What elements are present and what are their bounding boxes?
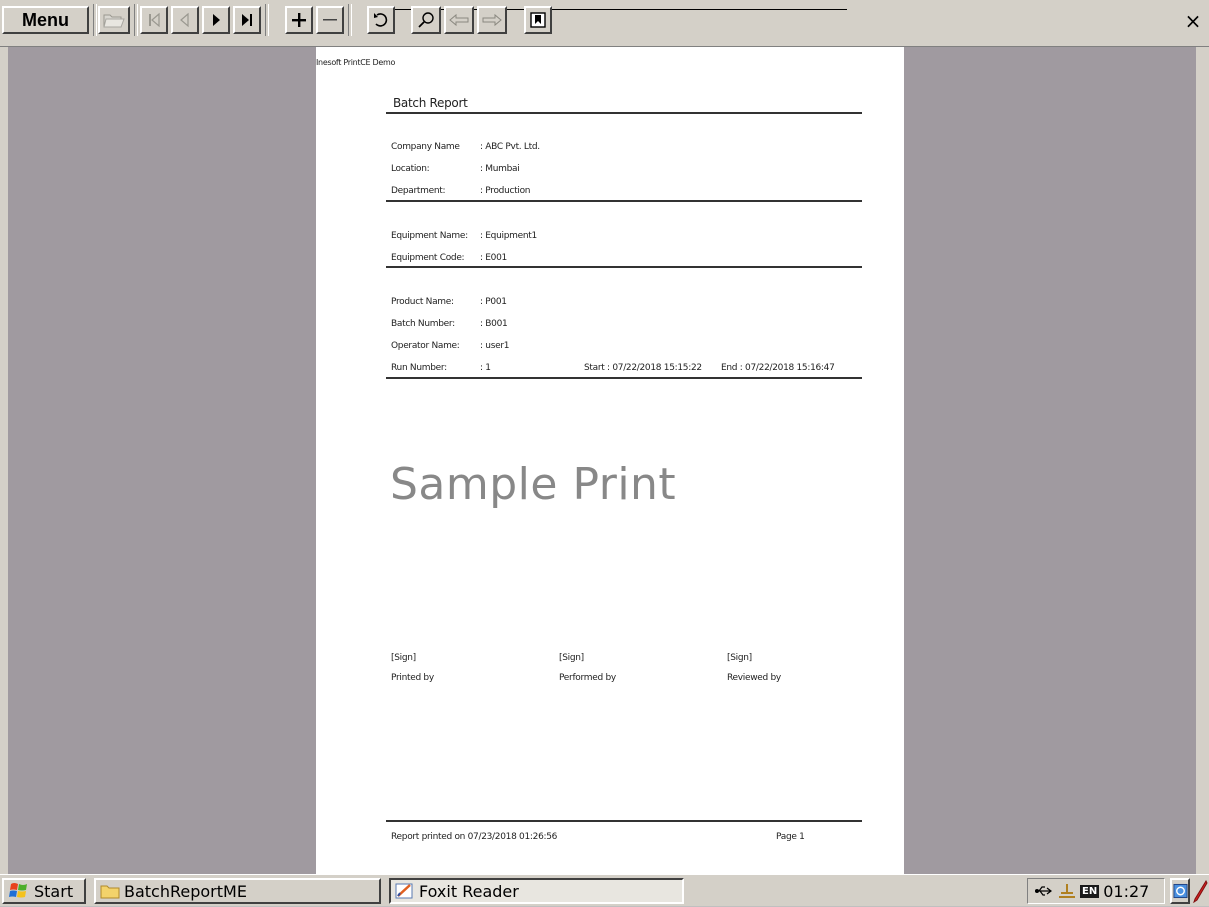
pen-icon bbox=[1193, 879, 1208, 904]
bookmark-icon bbox=[530, 12, 546, 28]
windows-logo-icon bbox=[9, 883, 27, 898]
find-button[interactable] bbox=[411, 6, 441, 34]
divider bbox=[386, 112, 862, 114]
open-icon bbox=[103, 14, 125, 28]
toolbar-separator bbox=[93, 4, 97, 36]
signature-placeholder: [Sign] bbox=[559, 653, 584, 663]
field-label: Equipment Code: bbox=[391, 253, 465, 263]
menu-button[interactable]: Menu bbox=[2, 6, 89, 34]
taskbar-item-batchreportme[interactable]: BatchReportME bbox=[94, 878, 381, 904]
open-button[interactable] bbox=[98, 6, 130, 34]
next-page-button[interactable] bbox=[202, 6, 230, 34]
signature-placeholder: [Sign] bbox=[391, 653, 416, 663]
field-label: Department: bbox=[391, 186, 446, 196]
toolbar: Menu × bbox=[0, 0, 1209, 47]
window-left-border bbox=[0, 47, 8, 874]
system-tray: EN 01:27 bbox=[1027, 878, 1165, 904]
last-page-icon bbox=[242, 14, 252, 26]
field-value: : B001 bbox=[480, 319, 508, 329]
field-value: : user1 bbox=[480, 341, 510, 351]
field-value: : E001 bbox=[480, 253, 507, 263]
divider bbox=[386, 377, 862, 379]
clock[interactable]: 01:27 bbox=[1103, 882, 1149, 901]
divider bbox=[386, 200, 862, 202]
rotate-icon bbox=[374, 13, 388, 27]
run-end-time: End : 07/22/2018 15:16:47 bbox=[721, 363, 835, 373]
field-value: : Mumbai bbox=[480, 164, 520, 174]
field-value: : Equipment1 bbox=[480, 231, 537, 241]
taskbar-item-label: BatchReportME bbox=[124, 881, 247, 901]
last-page-button[interactable] bbox=[233, 6, 261, 34]
desktop-icon bbox=[1173, 883, 1188, 899]
sample-print-watermark: Sample Print bbox=[390, 459, 677, 510]
first-page-icon bbox=[149, 12, 160, 28]
report-printed-on: Report printed on 07/23/2018 01:26:56 bbox=[391, 832, 558, 842]
field-label: Location: bbox=[391, 164, 430, 174]
close-button[interactable]: × bbox=[1181, 6, 1205, 36]
window-right-border bbox=[1196, 47, 1209, 874]
taskbar-item-label: Foxit Reader bbox=[419, 881, 519, 901]
field-label: Product Name: bbox=[391, 297, 454, 307]
language-indicator[interactable]: EN bbox=[1080, 884, 1100, 898]
field-value: : Production bbox=[480, 186, 531, 196]
zoom-out-icon bbox=[323, 19, 337, 21]
find-icon bbox=[418, 12, 434, 28]
usb-connection-icon[interactable] bbox=[1034, 884, 1054, 898]
forward-button[interactable] bbox=[477, 6, 507, 34]
forward-icon bbox=[482, 13, 502, 27]
field-value: : ABC Pvt. Ltd. bbox=[480, 142, 540, 152]
previous-page-button[interactable] bbox=[171, 6, 199, 34]
toolbar-separator bbox=[265, 4, 269, 36]
next-page-icon bbox=[213, 14, 220, 26]
report-title: Batch Report bbox=[393, 96, 468, 110]
back-button[interactable] bbox=[444, 6, 474, 34]
zoom-out-button[interactable] bbox=[316, 6, 344, 34]
toolbar-separator bbox=[134, 4, 138, 36]
bookmark-button[interactable] bbox=[524, 6, 552, 34]
signature-placeholder: [Sign] bbox=[727, 653, 752, 663]
divider bbox=[386, 266, 862, 268]
signature-role: Reviewed by bbox=[727, 673, 781, 683]
network-icon[interactable] bbox=[1058, 883, 1076, 899]
field-label: Run Number: bbox=[391, 363, 447, 373]
toolbar-separator bbox=[348, 4, 352, 36]
start-button[interactable]: Start bbox=[2, 878, 86, 904]
start-label: Start bbox=[34, 881, 74, 901]
back-icon bbox=[449, 13, 469, 27]
field-label: Equipment Name: bbox=[391, 231, 468, 241]
taskbar-item-foxit-reader[interactable]: Foxit Reader bbox=[389, 878, 684, 904]
divider bbox=[386, 820, 862, 822]
folder-icon bbox=[100, 885, 120, 899]
desktop-button[interactable] bbox=[1170, 878, 1190, 904]
run-start-time: Start : 07/22/2018 15:15:22 bbox=[584, 363, 702, 373]
foxit-icon bbox=[395, 883, 413, 899]
field-label: Company Name bbox=[391, 142, 460, 152]
zoom-in-button[interactable] bbox=[285, 6, 313, 34]
field-value: : 1 bbox=[480, 363, 491, 373]
field-value: : P001 bbox=[480, 297, 507, 307]
field-label: Operator Name: bbox=[391, 341, 460, 351]
page-number: Page 1 bbox=[776, 832, 805, 842]
signature-role: Performed by bbox=[559, 673, 616, 683]
taskbar: Start BatchReportME Foxit Reader EN 01:2… bbox=[0, 874, 1209, 906]
field-label: Batch Number: bbox=[391, 319, 455, 329]
zoom-in-icon bbox=[292, 13, 306, 27]
rotate-button[interactable] bbox=[367, 6, 395, 34]
document-page: Inesoft PrintCE Demo Batch Report Compan… bbox=[316, 47, 904, 874]
first-page-button[interactable] bbox=[140, 6, 168, 34]
input-panel-button[interactable] bbox=[1192, 879, 1208, 904]
page-header: Inesoft PrintCE Demo bbox=[316, 58, 396, 67]
previous-page-icon bbox=[180, 12, 189, 28]
signature-role: Printed by bbox=[391, 673, 434, 683]
